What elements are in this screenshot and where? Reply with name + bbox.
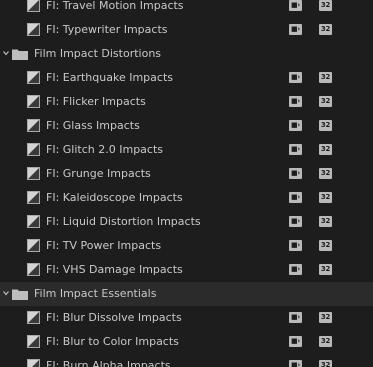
accelerated-effect-icon: ■›: [289, 216, 302, 227]
effect-label: FI: Earthquake Impacts: [46, 71, 173, 84]
accelerated-effect-icon: ■›: [289, 24, 302, 35]
effect-item[interactable]: FI: Earthquake Impacts ■› 32: [0, 66, 373, 90]
32-bit-color-icon: 32: [319, 0, 332, 11]
effect-label: FI: Blur Dissolve Impacts: [46, 311, 182, 324]
video-transition-icon: [27, 119, 40, 132]
effect-label: FI: Kaleidoscope Impacts: [46, 191, 183, 204]
32-bit-color-icon: 32: [319, 336, 332, 347]
accelerated-effect-icon: ■›: [289, 72, 302, 83]
video-transition-icon: [27, 335, 40, 348]
video-transition-icon: [27, 0, 40, 12]
32-bit-color-icon: 32: [319, 360, 332, 367]
video-transition-icon: [27, 143, 40, 156]
effect-item[interactable]: FI: Glitch 2.0 Impacts ■› 32: [0, 138, 373, 162]
32-bit-color-icon: 32: [319, 312, 332, 323]
effect-label: FI: Burn Alpha Impacts: [46, 359, 171, 367]
bin-film-impact-distortions[interactable]: Film Impact Distortions: [0, 42, 373, 66]
32-bit-color-icon: 32: [319, 144, 332, 155]
accelerated-effect-icon: ■›: [289, 360, 302, 367]
effect-label: FI: Flicker Impacts: [46, 95, 146, 108]
effect-item[interactable]: FI: Glass Impacts ■› 32: [0, 114, 373, 138]
folder-icon: [12, 48, 28, 60]
32-bit-color-icon: 32: [319, 120, 332, 131]
32-bit-color-icon: 32: [319, 216, 332, 227]
accelerated-effect-icon: ■›: [289, 96, 302, 107]
accelerated-effect-icon: ■›: [289, 168, 302, 179]
chevron-down-icon[interactable]: [3, 50, 9, 56]
effect-label: FI: Typewriter Impacts: [46, 23, 168, 36]
32-bit-color-icon: 32: [319, 240, 332, 251]
bin-label: Film Impact Distortions: [34, 47, 162, 60]
effect-label: FI: Glitch 2.0 Impacts: [46, 143, 164, 156]
effect-item[interactable]: FI: Blur Dissolve Impacts ■› 32: [0, 306, 373, 330]
32-bit-color-icon: 32: [319, 168, 332, 179]
accelerated-effect-icon: ■›: [289, 264, 302, 275]
effect-item[interactable]: FI: Typewriter Impacts ■› 32: [0, 18, 373, 42]
32-bit-color-icon: 32: [319, 24, 332, 35]
effect-label: FI: Blur to Color Impacts: [46, 335, 179, 348]
accelerated-effect-icon: ■›: [289, 336, 302, 347]
effect-item[interactable]: FI: Flicker Impacts ■› 32: [0, 90, 373, 114]
32-bit-color-icon: 32: [319, 264, 332, 275]
effect-label: FI: Travel Motion Impacts: [46, 0, 184, 12]
effect-label: FI: Glass Impacts: [46, 119, 140, 132]
effect-item[interactable]: FI: TV Power Impacts ■› 32: [0, 234, 373, 258]
effect-item[interactable]: FI: VHS Damage Impacts ■› 32: [0, 258, 373, 282]
accelerated-effect-icon: ■›: [289, 0, 302, 11]
video-transition-icon: [27, 359, 40, 367]
video-transition-icon: [27, 215, 40, 228]
video-transition-icon: [27, 95, 40, 108]
effect-item[interactable]: FI: Grunge Impacts ■› 32: [0, 162, 373, 186]
effect-item[interactable]: FI: Travel Motion Impacts ■› 32: [0, 0, 373, 18]
video-transition-icon: [27, 239, 40, 252]
accelerated-effect-icon: ■›: [289, 240, 302, 251]
accelerated-effect-icon: ■›: [289, 192, 302, 203]
32-bit-color-icon: 32: [319, 192, 332, 203]
effect-item[interactable]: FI: Burn Alpha Impacts ■› 32: [0, 354, 373, 367]
effect-label: FI: Liquid Distortion Impacts: [46, 215, 201, 228]
video-transition-icon: [27, 311, 40, 324]
video-transition-icon: [27, 167, 40, 180]
effects-tree: FI: Travel Motion Impacts ■› 32 FI: Type…: [0, 0, 373, 367]
accelerated-effect-icon: ■›: [289, 312, 302, 323]
effect-item[interactable]: FI: Kaleidoscope Impacts ■› 32: [0, 186, 373, 210]
effect-label: FI: TV Power Impacts: [46, 239, 162, 252]
effects-panel: FI: Travel Motion Impacts ■› 32 FI: Type…: [0, 0, 373, 367]
effect-item[interactable]: FI: Liquid Distortion Impacts ■› 32: [0, 210, 373, 234]
video-transition-icon: [27, 71, 40, 84]
32-bit-color-icon: 32: [319, 72, 332, 83]
accelerated-effect-icon: ■›: [289, 120, 302, 131]
bin-label: Film Impact Essentials: [34, 287, 157, 300]
effect-label: FI: VHS Damage Impacts: [46, 263, 183, 276]
folder-icon: [12, 288, 28, 300]
chevron-down-icon[interactable]: [3, 290, 9, 296]
bin-film-impact-essentials[interactable]: Film Impact Essentials: [0, 282, 373, 306]
32-bit-color-icon: 32: [319, 96, 332, 107]
video-transition-icon: [27, 191, 40, 204]
effect-item[interactable]: FI: Blur to Color Impacts ■› 32: [0, 330, 373, 354]
accelerated-effect-icon: ■›: [289, 144, 302, 155]
effect-label: FI: Grunge Impacts: [46, 167, 151, 180]
video-transition-icon: [27, 263, 40, 276]
video-transition-icon: [27, 23, 40, 36]
